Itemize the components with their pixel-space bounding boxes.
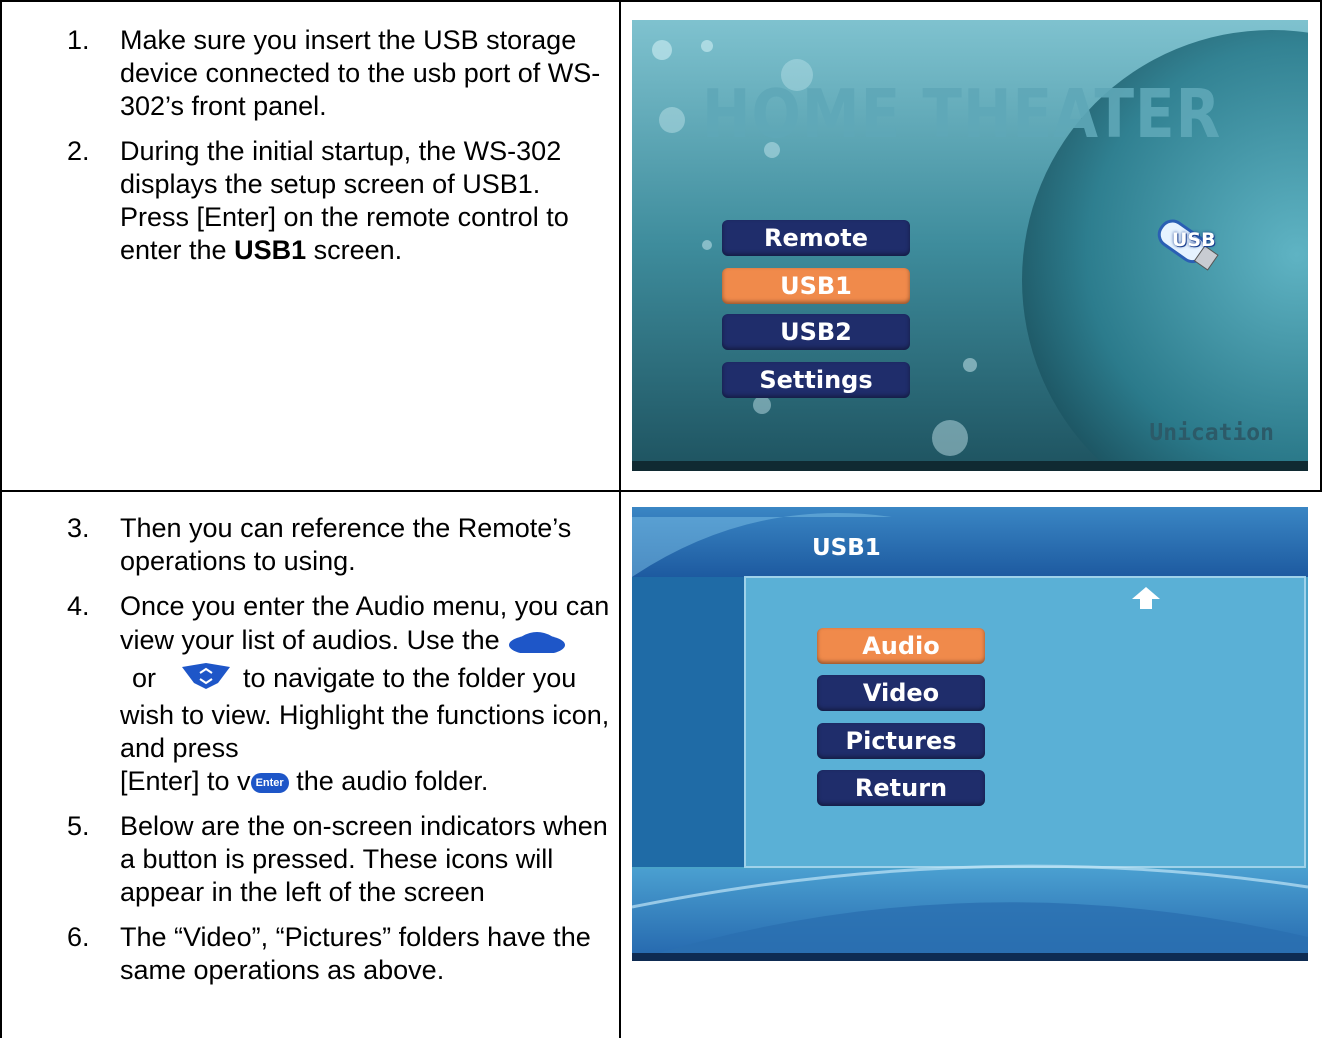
- enter-button-icon: Enter: [250, 772, 289, 793]
- usb1-screenshot: USB1 Audio Video Pictures Return: [632, 507, 1308, 961]
- steps-bottom: 3. Then you can reference the Remote’s o…: [0, 512, 612, 999]
- step-text: Then you can reference the Remote’s oper…: [120, 513, 572, 576]
- step-text: Make sure you insert the USB storage dev…: [120, 25, 601, 121]
- step-text: Below are the on-screen indicators when …: [120, 811, 608, 907]
- usb-logo-text: USB: [1172, 229, 1216, 251]
- menu-settings-button[interactable]: Settings: [722, 362, 910, 398]
- menu-return-button[interactable]: Return: [817, 770, 985, 806]
- home-theater-screenshot: HOME THEATER Remote USB1 USB2 Settings U…: [632, 20, 1308, 471]
- step-3: 3. Then you can reference the Remote’s o…: [0, 512, 612, 578]
- step-number: 4.: [67, 591, 90, 621]
- step-number: 3.: [67, 513, 90, 543]
- step-text-end: screen.: [306, 235, 403, 265]
- usb1-title: USB1: [812, 535, 881, 561]
- menu-usb1-button[interactable]: USB1: [722, 268, 910, 304]
- step-text-enter: [Enter] to v: [120, 766, 251, 796]
- up-arrow-indicator-icon: [1130, 585, 1162, 611]
- table-middle-border: [619, 0, 621, 1038]
- up-button-icon: [507, 623, 567, 661]
- step-number: 1.: [67, 25, 90, 55]
- step-or: or: [132, 663, 157, 694]
- step-1: 1. Make sure you insert the USB storage …: [0, 24, 610, 123]
- step-number: 2.: [67, 136, 90, 166]
- menu-remote-button[interactable]: Remote: [722, 220, 910, 256]
- menu-video-button[interactable]: Video: [817, 675, 985, 711]
- step-4: 4. Once you enter the Audio menu, you ca…: [0, 590, 612, 798]
- home-theater-title: HOME THEATER: [702, 74, 1222, 154]
- down-button-icon: [176, 661, 236, 699]
- step-6: 6. The “Video”, “Pictures” folders have …: [0, 921, 612, 987]
- menu-audio-button[interactable]: Audio: [817, 628, 985, 664]
- step-text: The “Video”, “Pictures” folders have the…: [120, 922, 591, 985]
- enter-icon-label: Enter: [255, 776, 284, 789]
- menu-pictures-button[interactable]: Pictures: [817, 723, 985, 759]
- table-row-divider: [0, 490, 1322, 492]
- step-2: 2. During the initial startup, the WS-30…: [0, 135, 610, 267]
- steps-top: 1. Make sure you insert the USB storage …: [0, 24, 610, 279]
- step-text-enter-end: the audio folder.: [288, 766, 489, 796]
- step-number: 5.: [67, 811, 90, 841]
- step-5: 5. Below are the on-screen indicators wh…: [0, 810, 612, 909]
- step-bold-text: USB1: [234, 235, 307, 265]
- menu-usb2-button[interactable]: USB2: [722, 314, 910, 350]
- brand-label: Unication: [1149, 420, 1274, 446]
- step-number: 6.: [67, 922, 90, 952]
- usb-drive-icon: USB: [1150, 215, 1222, 275]
- table-right-border: [1320, 0, 1322, 492]
- table-top-border: [0, 0, 1322, 2]
